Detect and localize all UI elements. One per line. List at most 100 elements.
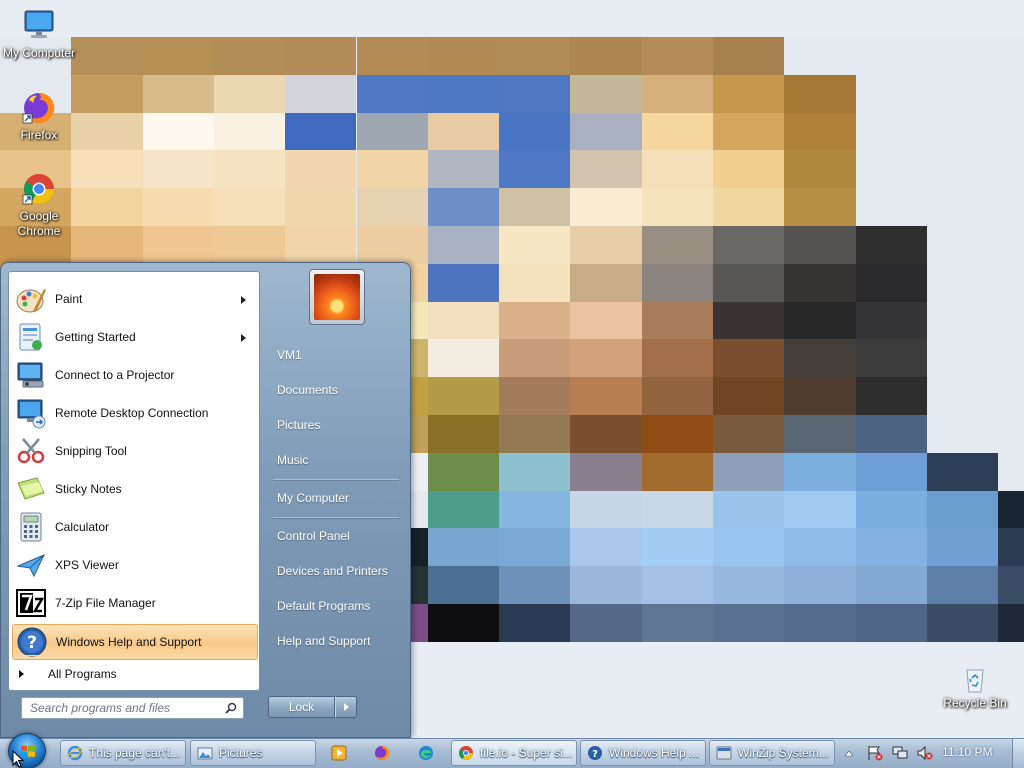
media-player-icon[interactable] <box>331 745 347 761</box>
wallpaper-tile <box>499 74 571 113</box>
wallpaper-tile <box>713 377 785 415</box>
wallpaper-tile <box>641 377 713 415</box>
wallpaper-tile <box>285 150 357 189</box>
projector-icon <box>15 359 47 391</box>
system-clock[interactable]: 11:10 PM <box>942 745 992 759</box>
user-account-picture[interactable] <box>309 269 365 325</box>
wallpaper-tile <box>926 226 999 264</box>
right-item-my-computer[interactable]: My Computer <box>266 484 404 512</box>
wallpaper-tile <box>784 415 856 453</box>
wallpaper-tile <box>427 112 500 151</box>
wallpaper-tile <box>285 112 357 151</box>
wallpaper-tile <box>641 188 713 226</box>
start-item-remote-desktop[interactable]: Remote Desktop Connection <box>12 395 258 431</box>
submenu-arrow-icon[interactable] <box>241 334 246 342</box>
wallpaper-tile <box>926 415 999 453</box>
wallpaper-tile <box>998 301 1024 340</box>
wallpaper-tile <box>713 566 785 604</box>
edge-icon[interactable] <box>418 745 434 761</box>
wallpaper-tile <box>784 112 856 151</box>
show-desktop-button[interactable] <box>1012 739 1024 768</box>
wallpaper-tile <box>570 490 642 529</box>
right-item-devices-printers[interactable]: Devices and Printers <box>266 557 404 585</box>
start-item-connect-projector[interactable]: Connect to a Projector <box>12 357 258 393</box>
start-item-label: XPS Viewer <box>55 558 119 572</box>
taskbar-button-pictures[interactable]: Pictures <box>190 740 316 766</box>
wallpaper-tile <box>427 377 500 415</box>
start-item-snipping-tool[interactable]: Snipping Tool <box>12 433 258 469</box>
wallpaper-tile <box>641 528 713 567</box>
search-box[interactable] <box>21 697 244 719</box>
wallpaper-tile <box>784 339 856 378</box>
wallpaper-tile <box>784 150 856 189</box>
wallpaper-tile <box>998 150 1024 189</box>
start-item-getting-started[interactable]: Getting Started <box>12 319 258 355</box>
pictures-folder-icon <box>197 747 213 760</box>
wallpaper-tile <box>356 150 428 189</box>
wallpaper-tile <box>855 263 927 302</box>
start-item-calculator[interactable]: Calculator <box>12 509 258 545</box>
search-icon[interactable] <box>225 702 237 714</box>
shutdown-options-button[interactable] <box>335 696 357 718</box>
start-item-xps-viewer[interactable]: XPS Viewer <box>12 547 258 583</box>
remote-desktop-icon <box>15 397 47 429</box>
internet-explorer-icon <box>67 745 83 761</box>
taskbar-button-windows-help[interactable]: ? Windows Help ... <box>580 740 706 766</box>
taskbar-button-winzip[interactable]: WinZip System... <box>709 740 835 766</box>
wallpaper-tile <box>499 415 571 453</box>
firefox-icon[interactable] <box>374 745 390 761</box>
right-item-default-programs[interactable]: Default Programs <box>266 592 404 620</box>
right-item-help-support[interactable]: Help and Support <box>266 627 404 655</box>
wallpaper-tile <box>855 226 927 264</box>
desktop-icon-firefox[interactable]: Firefox <box>0 90 79 143</box>
right-item-control-panel[interactable]: Control Panel <box>266 522 404 550</box>
right-item-music[interactable]: Music <box>266 446 404 474</box>
start-item-label: Sticky Notes <box>55 482 122 496</box>
chrome-icon <box>21 171 57 207</box>
wallpaper-tile <box>641 339 713 378</box>
wallpaper-tile <box>499 226 571 264</box>
action-center-icon[interactable] <box>867 745 883 761</box>
wallpaper-tile <box>427 528 500 567</box>
start-item-7zip[interactable]: 7-Zip File Manager <box>12 585 258 621</box>
wallpaper-tile <box>142 112 214 151</box>
all-programs-button[interactable]: All Programs <box>19 662 117 686</box>
wallpaper-tile <box>998 452 1024 491</box>
wallpaper-tile <box>427 490 500 529</box>
wallpaper-tile <box>998 112 1024 151</box>
start-item-paint[interactable]: Paint <box>12 281 258 317</box>
right-item-documents[interactable]: Documents <box>266 376 404 404</box>
start-item-label: Getting Started <box>55 330 136 344</box>
submenu-arrow-icon[interactable] <box>241 296 246 304</box>
expand-arrow-icon <box>19 670 24 678</box>
start-item-label: Paint <box>55 292 83 306</box>
wallpaper-tile <box>713 74 785 113</box>
desktop-icon-recycle-bin[interactable]: Recycle Bin <box>935 666 1015 711</box>
volume-muted-icon[interactable] <box>917 745 933 761</box>
start-item-sticky-notes[interactable]: Sticky Notes <box>12 471 258 507</box>
right-item-pictures[interactable]: Pictures <box>266 411 404 439</box>
wallpaper-tile <box>427 150 500 189</box>
network-icon[interactable] <box>892 745 908 761</box>
wallpaper-tile <box>926 604 999 642</box>
wallpaper-tile <box>784 377 856 415</box>
wallpaper-tile <box>427 604 500 642</box>
wallpaper-tile <box>926 188 999 226</box>
wallpaper-tile <box>784 226 856 264</box>
wallpaper-tile <box>784 452 856 491</box>
wallpaper-tile <box>641 301 713 340</box>
taskbar-button-label: file.io - Super si... <box>480 746 573 760</box>
desktop-icon-google-chrome[interactable]: Google Chrome <box>0 171 79 239</box>
right-item-user[interactable]: VM1 <box>266 341 404 369</box>
wallpaper-tile <box>713 37 785 75</box>
desktop-icon-my-computer[interactable]: My Computer <box>0 8 79 61</box>
taskbar-button-internet-explorer[interactable]: This page can't... <box>60 740 186 766</box>
wallpaper-tile <box>926 377 999 415</box>
wallpaper-tile <box>641 37 713 75</box>
search-input[interactable] <box>22 698 222 718</box>
show-hidden-icons-icon[interactable] <box>843 748 855 758</box>
wallpaper-tile <box>926 263 999 302</box>
wallpaper-tile <box>213 150 286 189</box>
taskbar-button-chrome[interactable]: file.io - Super si... <box>451 740 577 766</box>
lock-button[interactable]: Lock <box>268 696 335 718</box>
